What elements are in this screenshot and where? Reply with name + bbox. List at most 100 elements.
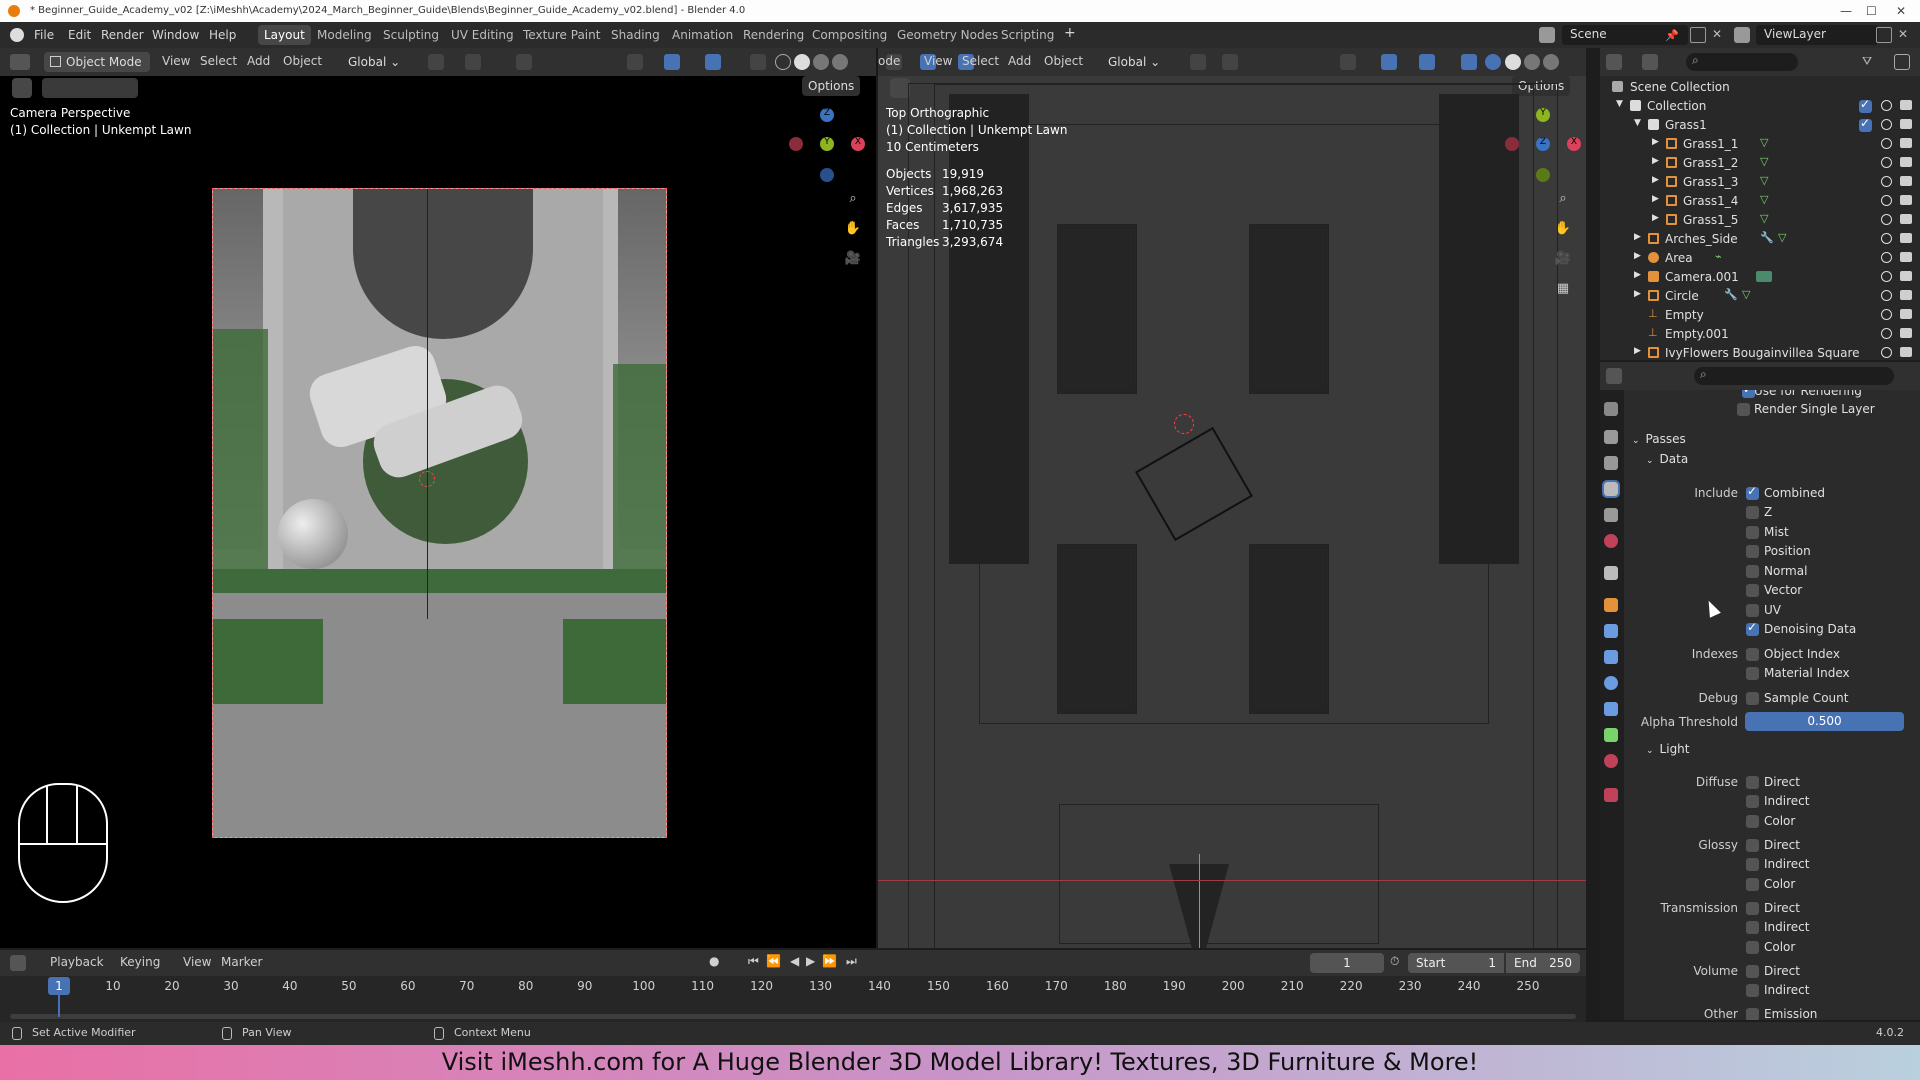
marker-menu[interactable]: Marker [221, 955, 262, 969]
uv-checkbox[interactable] [1746, 604, 1759, 617]
close-button[interactable]: ✕ [1896, 0, 1906, 22]
editor-divider[interactable] [1586, 48, 1600, 948]
outliner-row-circle[interactable]: ▶ Circle 🔧 ▽ [1600, 287, 1920, 306]
wireframe-shading-icon[interactable] [775, 54, 791, 70]
eye-icon[interactable] [1881, 119, 1892, 130]
glossy-color-checkbox[interactable] [1746, 878, 1759, 891]
expand-icon[interactable]: ▶ [1634, 289, 1641, 299]
snap-icon[interactable] [465, 54, 481, 70]
volume-indirect-checkbox[interactable] [1746, 984, 1759, 997]
alpha-threshold-slider[interactable]: 0.500 [1745, 712, 1904, 731]
menu-window[interactable]: Window [152, 28, 199, 42]
tab-texture-paint[interactable]: Texture Paint [517, 25, 606, 45]
normal-checkbox[interactable] [1746, 565, 1759, 578]
data-subsection-header[interactable]: ⌄ Data [1646, 452, 1688, 466]
outliner-row-empty-001[interactable]: ⊥ Empty.001 [1600, 325, 1920, 344]
tab-animation[interactable]: Animation [666, 25, 739, 45]
gizmo-z-icon[interactable]: Z [820, 108, 834, 122]
diffuse-color-checkbox[interactable] [1746, 815, 1759, 828]
left-viewport[interactable]: Object Mode View Select Add Object Globa… [0, 48, 876, 948]
object-menu[interactable]: Object [1044, 54, 1083, 68]
select-box-tool[interactable] [890, 78, 910, 98]
transmission-indirect-checkbox[interactable] [1746, 921, 1759, 934]
view-menu[interactable]: View [183, 955, 211, 969]
diffuse-indirect-checkbox[interactable] [1746, 795, 1759, 808]
camera-view-icon[interactable]: 🎥 [1552, 248, 1574, 270]
end-frame-field[interactable]: End 250 [1506, 953, 1580, 973]
proportional-edit-icon[interactable] [516, 54, 532, 70]
mode-selector[interactable]: Object Mode [44, 52, 150, 72]
expand-icon[interactable]: ▶ [1652, 175, 1659, 185]
tab-layout[interactable]: Layout [258, 25, 311, 45]
exclude-checkbox[interactable] [1859, 116, 1872, 132]
scene-tab-icon[interactable] [1604, 508, 1618, 522]
texture-tab-icon[interactable] [1604, 788, 1618, 802]
playback-menu[interactable]: Playback [50, 955, 104, 969]
expand-icon[interactable]: ▶ [1634, 270, 1641, 280]
solid-shading-icon[interactable] [794, 54, 810, 70]
view-menu[interactable]: View [924, 54, 952, 68]
play-reverse-icon[interactable]: ◀ [790, 954, 799, 968]
render-camera-icon[interactable] [1900, 214, 1912, 224]
outliner-row-grass1-2[interactable]: ▶ Grass1_2 ▽ [1600, 154, 1920, 173]
snap-icon[interactable] [1190, 54, 1206, 70]
expand-icon[interactable]: ▶ [1634, 232, 1641, 242]
zoom-icon[interactable]: ⌕ [1552, 188, 1574, 210]
jump-start-icon[interactable]: ⏮ [748, 954, 759, 969]
mist-checkbox[interactable] [1746, 526, 1759, 539]
solid-shading-icon[interactable] [1505, 54, 1521, 70]
sample-count-checkbox[interactable] [1746, 692, 1759, 705]
outliner-editor-icon[interactable] [1606, 54, 1622, 70]
gizmo-z-icon[interactable]: Z [1536, 137, 1550, 151]
glossy-direct-checkbox[interactable] [1746, 839, 1759, 852]
tab-modeling[interactable]: Modeling [311, 25, 378, 45]
pivot-icon[interactable] [428, 54, 444, 70]
outliner-row-area[interactable]: ▶ Area ⌁ [1600, 249, 1920, 268]
data-tab-icon[interactable] [1604, 728, 1618, 742]
z-checkbox[interactable] [1746, 506, 1759, 519]
render-camera-icon[interactable] [1900, 347, 1912, 357]
timeline-scrollbar[interactable] [10, 1014, 1576, 1019]
eye-icon[interactable] [1881, 290, 1892, 301]
expand-icon[interactable]: ▶ [1634, 346, 1641, 356]
outliner-row-grass1-5[interactable]: ▶ Grass1_5 ▽ [1600, 211, 1920, 230]
object-tab-icon[interactable] [1604, 598, 1618, 612]
jump-keyframe-back-icon[interactable]: ⏪ [766, 954, 781, 968]
render-camera-icon[interactable] [1900, 309, 1912, 319]
stopwatch-icon[interactable]: ⏱ [1390, 954, 1399, 969]
eye-icon[interactable] [1881, 309, 1892, 320]
pan-hand-icon[interactable]: ✋ [1552, 218, 1574, 240]
menu-edit[interactable]: Edit [68, 28, 91, 42]
modifier-tab-icon[interactable] [1604, 624, 1618, 638]
eye-icon[interactable] [1881, 195, 1892, 206]
select-box-tool[interactable] [12, 78, 32, 98]
gizmo-y-icon[interactable]: Y [820, 137, 834, 151]
position-checkbox[interactable] [1746, 545, 1759, 558]
outliner-row-grass1-1[interactable]: ▶ Grass1_1 ▽ [1600, 135, 1920, 154]
expand-icon[interactable]: ▼ [1616, 99, 1623, 109]
outliner-row-ivyflowers[interactable]: ▶ IvyFlowers Bougainvillea Square [1600, 344, 1920, 360]
material-index-checkbox[interactable] [1746, 667, 1759, 680]
jump-keyframe-forward-icon[interactable]: ⏩ [822, 954, 837, 968]
diffuse-direct-checkbox[interactable] [1746, 776, 1759, 789]
options-dropdown[interactable]: Options [802, 76, 861, 96]
outliner-row-arches-side[interactable]: ▶ Arches_Side 🔧 ▽ [1600, 230, 1920, 249]
play-icon[interactable]: ▶ [806, 954, 815, 968]
tab-compositing[interactable]: Compositing [806, 25, 893, 45]
transform-orientation-selector[interactable]: Global ⌄ [1102, 52, 1176, 72]
expand-icon[interactable]: ▶ [1652, 156, 1659, 166]
expand-icon[interactable]: ▼ [1634, 118, 1641, 128]
gizmo-x-icon[interactable]: X [1567, 137, 1581, 151]
gizmo-y-icon[interactable]: Y [1536, 108, 1550, 122]
outliner-row-empty[interactable]: ⊥ Empty [1600, 306, 1920, 325]
camera-view-icon[interactable]: 🎥 [842, 248, 864, 270]
eye-icon[interactable] [1881, 176, 1892, 187]
expand-icon[interactable]: ▶ [1652, 194, 1659, 204]
jump-end-icon[interactable]: ⏭ [846, 954, 857, 969]
gizmo-x-icon[interactable]: X [851, 137, 865, 151]
gizmo-neg-x-icon[interactable] [789, 137, 803, 151]
eye-icon[interactable] [1881, 271, 1892, 282]
start-frame-field[interactable]: Start 1 [1408, 953, 1504, 973]
render-camera-icon[interactable] [1900, 157, 1912, 167]
transform-orientation-selector[interactable]: Global ⌄ [342, 52, 416, 72]
